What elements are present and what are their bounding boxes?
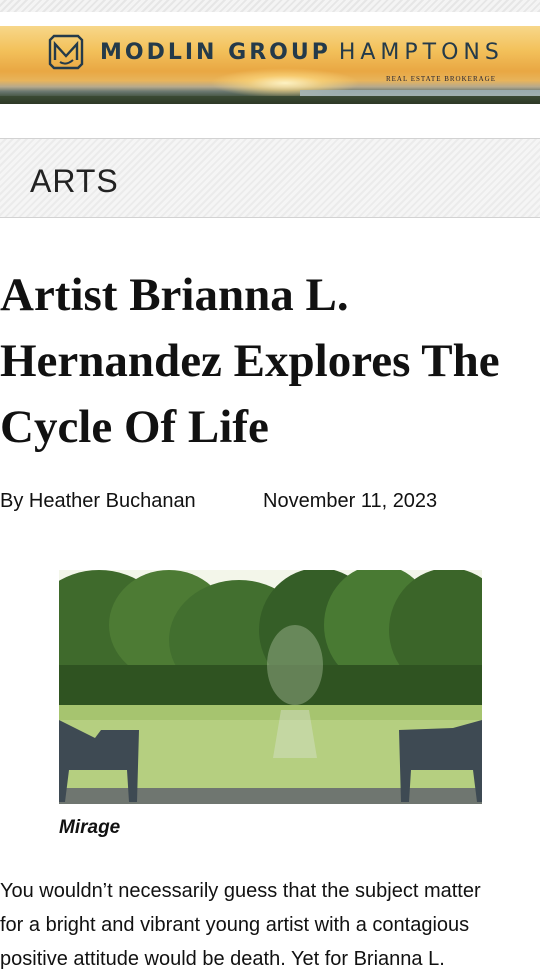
article-title: Artist Brianna L. Hernandez Explores The… — [0, 269, 500, 453]
article-image-artwork — [59, 570, 482, 804]
mg-monogram-icon — [48, 34, 84, 70]
article-body-line: You wouldn’t necessarily guess that the … — [0, 880, 481, 902]
site-header-banner[interactable]: MODLIN GROUP HAMPTONS REAL ESTATE BROKERA… — [0, 26, 540, 104]
image-caption: Mirage — [59, 817, 121, 838]
brand-tagline: REAL ESTATE BROKERAGE — [385, 75, 496, 83]
article-body-line: positive attitude would be death. Yet fo… — [0, 948, 445, 970]
brand-name: MODLIN GROUP HAMPTONS — [100, 40, 504, 65]
article-author[interactable]: By Heather Buchanan — [0, 490, 196, 513]
article-date: November 11, 2023 — [263, 490, 438, 512]
banner-shoreline — [0, 96, 540, 104]
top-divider — [0, 0, 540, 12]
article-body-line: for a bright and vibrant young artist wi… — [0, 914, 470, 936]
article-body: You wouldn’t necessarily guess that the … — [0, 874, 540, 976]
site-logo[interactable]: MODLIN GROUP HAMPTONS — [46, 32, 504, 72]
section-header: ARTS — [0, 138, 540, 218]
article-byline: By Heather Buchanan November 11, 2023 — [0, 490, 540, 520]
brand-name-light: HAMPTONS — [338, 39, 504, 65]
section-label[interactable]: ARTS — [30, 163, 119, 200]
brand-name-bold: MODLIN GROUP — [100, 39, 331, 65]
article-image[interactable] — [59, 570, 482, 804]
